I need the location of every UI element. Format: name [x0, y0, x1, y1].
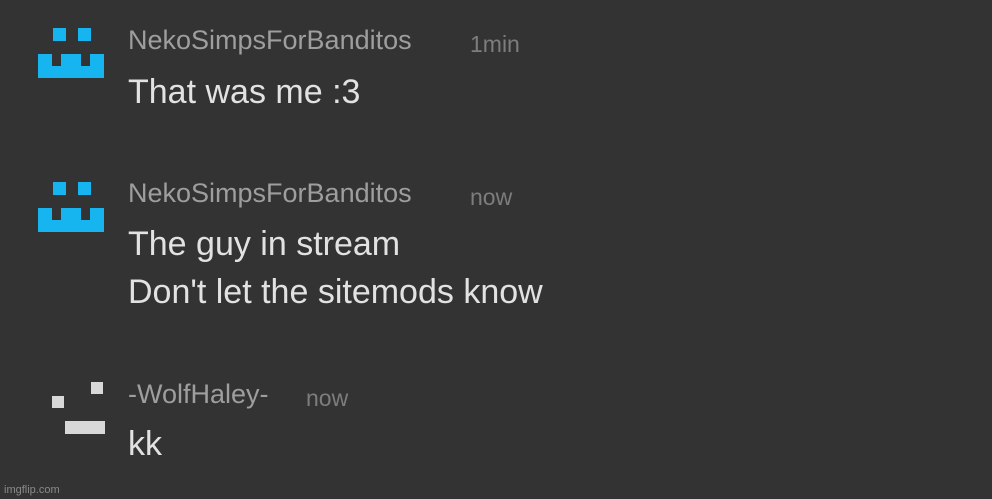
username[interactable]: -WolfHaley- — [128, 379, 269, 409]
message-text: kk — [128, 425, 162, 463]
gray-pixel-face-icon[interactable] — [50, 382, 116, 438]
message-text: That was me :3 — [128, 73, 361, 111]
cyan-pixel-face-icon[interactable] — [38, 182, 104, 238]
cyan-pixel-face-icon[interactable] — [38, 28, 104, 84]
username[interactable]: NekoSimpsForBanditos — [128, 178, 412, 208]
timestamp: now — [470, 184, 513, 210]
chat-feed: NekoSimpsForBanditos 1min That was me :3… — [0, 0, 992, 499]
message-text: Don't let the sitemods know — [128, 273, 543, 311]
message-text: The guy in stream — [128, 225, 401, 263]
username[interactable]: NekoSimpsForBanditos — [128, 25, 412, 55]
timestamp: 1min — [470, 31, 520, 57]
timestamp: now — [306, 385, 349, 411]
watermark: imgflip.com — [4, 484, 60, 496]
